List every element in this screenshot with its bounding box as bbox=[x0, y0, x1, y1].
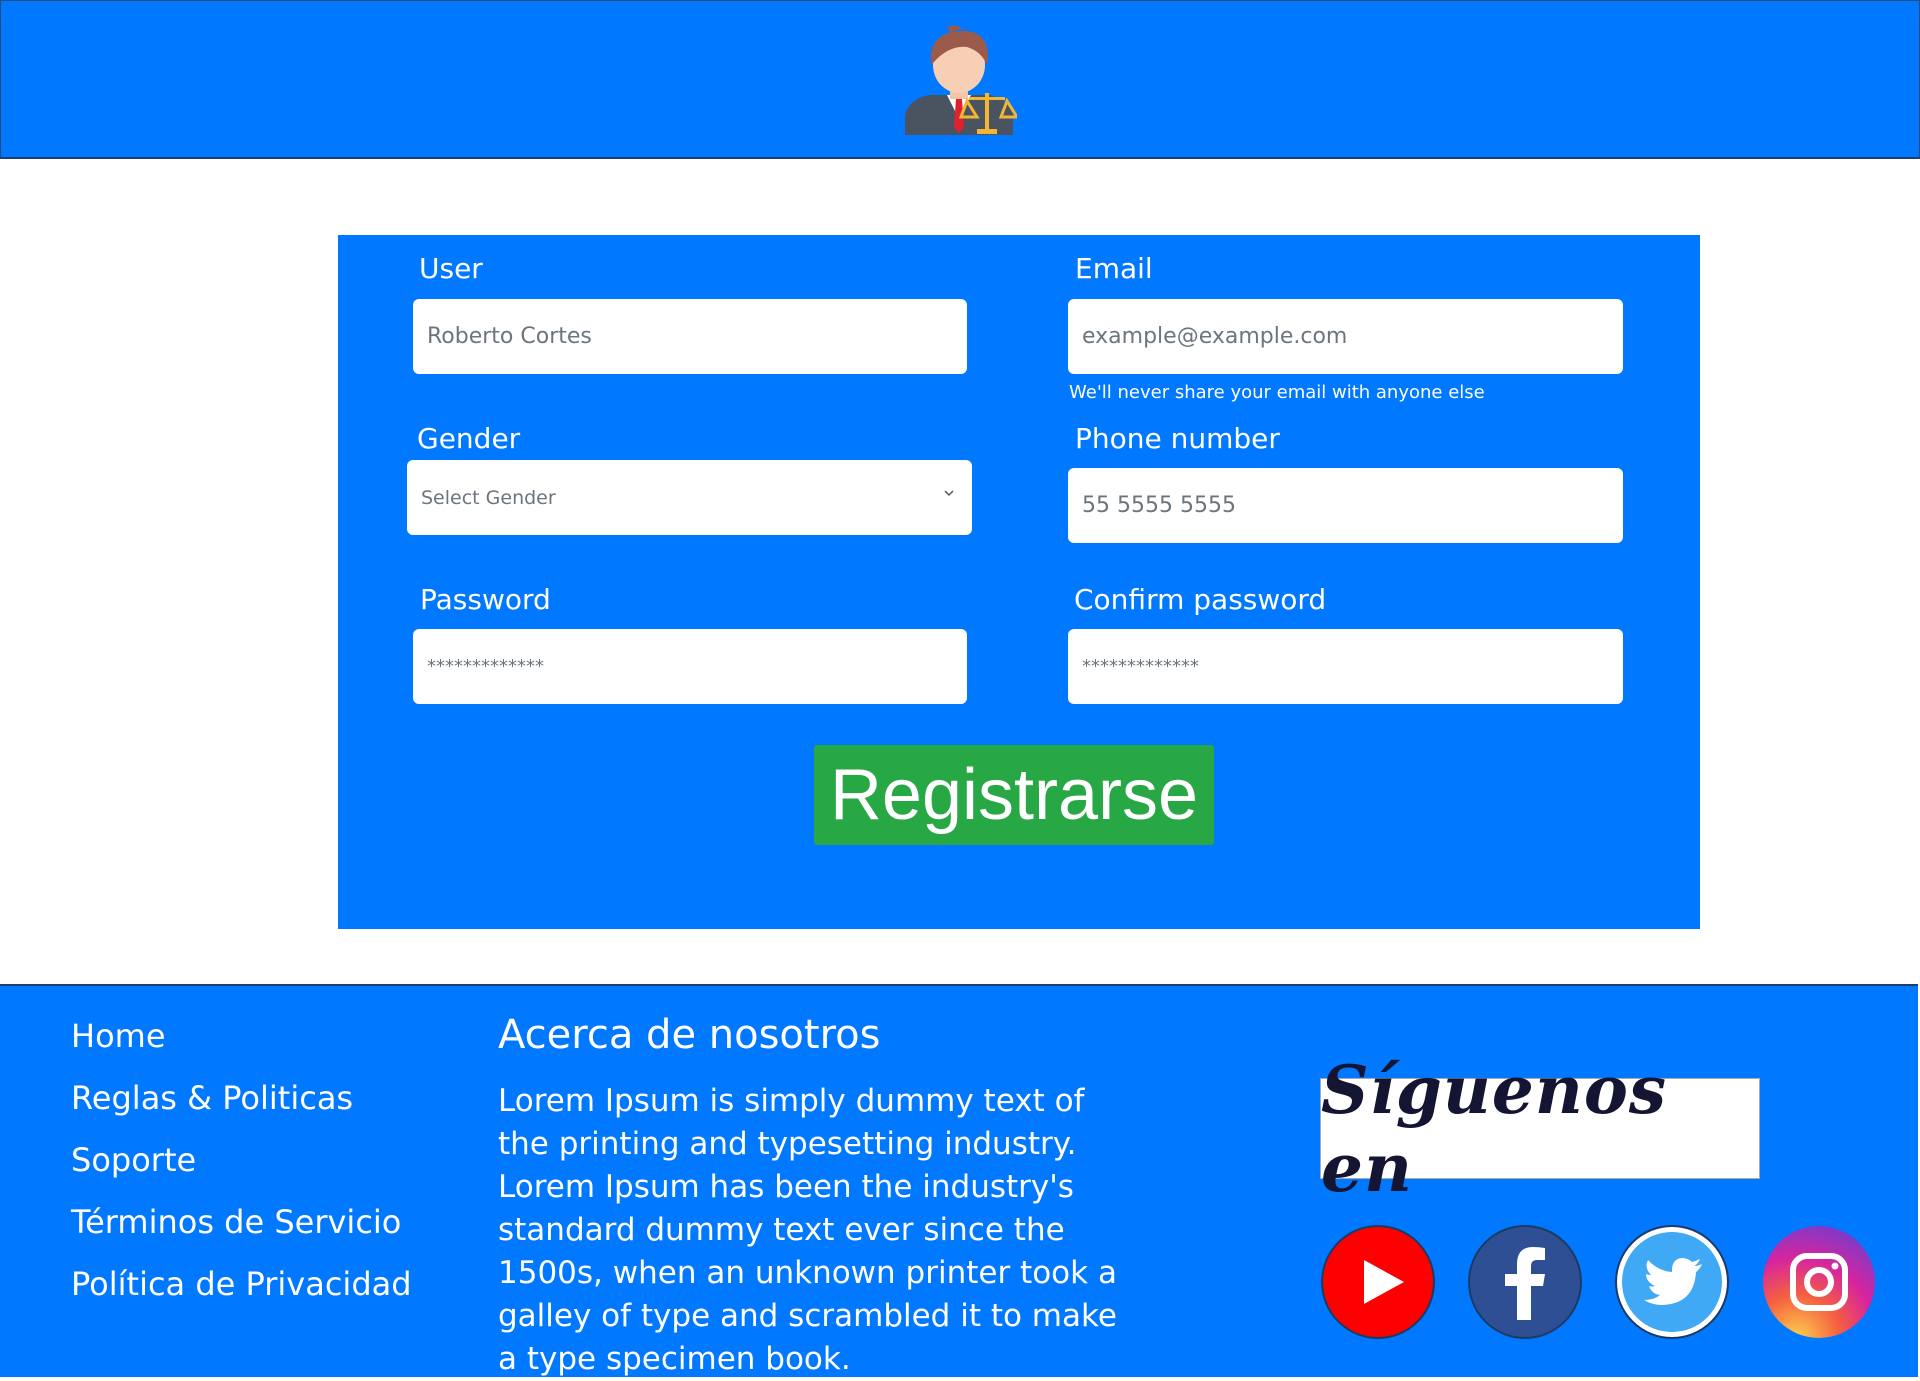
gender-label: Gender bbox=[417, 422, 521, 455]
user-label: User bbox=[419, 252, 483, 285]
password-label: Password bbox=[420, 583, 551, 616]
follow-us-text: Síguenos en bbox=[1321, 1050, 1668, 1207]
user-placeholder: Roberto Cortes bbox=[427, 324, 592, 349]
footer-link-support[interactable]: Soporte bbox=[71, 1141, 196, 1179]
header bbox=[0, 0, 1920, 159]
footer-link-rules[interactable]: Reglas & Politicas bbox=[71, 1079, 353, 1117]
about-text: Lorem Ipsum is simply dummy text of the … bbox=[498, 1083, 1117, 1377]
register-button[interactable]: Registrarse bbox=[814, 745, 1214, 845]
phone-placeholder: 55 5555 5555 bbox=[1082, 493, 1236, 518]
confirm-password-placeholder: ************* bbox=[1082, 656, 1199, 677]
about-title: Acerca de nosotros bbox=[498, 1012, 881, 1058]
twitter-icon[interactable] bbox=[1614, 1224, 1730, 1340]
confirm-password-label: Confirm password bbox=[1074, 583, 1327, 616]
email-placeholder: example@example.com bbox=[1082, 324, 1348, 349]
gender-selected-value: Select Gender bbox=[421, 486, 556, 509]
footer-link-home[interactable]: Home bbox=[71, 1017, 166, 1055]
footer-link-terms[interactable]: Términos de Servicio bbox=[71, 1203, 401, 1241]
password-placeholder: ************* bbox=[427, 656, 544, 677]
gender-select[interactable]: Select Gender bbox=[407, 460, 972, 535]
password-input[interactable]: ************* bbox=[413, 629, 967, 704]
email-input[interactable]: example@example.com bbox=[1068, 299, 1623, 374]
email-help-text: We'll never share your email with anyone… bbox=[1069, 382, 1485, 403]
phone-input[interactable]: 55 5555 5555 bbox=[1068, 468, 1623, 543]
footer-link-privacy[interactable]: Política de Privacidad bbox=[71, 1265, 412, 1303]
follow-us-banner: Síguenos en bbox=[1320, 1051, 1760, 1207]
instagram-icon[interactable] bbox=[1761, 1224, 1877, 1340]
confirm-password-input[interactable]: ************* bbox=[1068, 629, 1623, 704]
chevron-down-icon bbox=[944, 490, 954, 497]
user-input[interactable]: Roberto Cortes bbox=[413, 299, 967, 374]
youtube-icon[interactable] bbox=[1320, 1224, 1436, 1340]
phone-label: Phone number bbox=[1075, 422, 1280, 455]
facebook-icon[interactable] bbox=[1467, 1224, 1583, 1340]
lawyer-avatar-icon bbox=[905, 25, 1017, 135]
email-label: Email bbox=[1075, 252, 1153, 285]
